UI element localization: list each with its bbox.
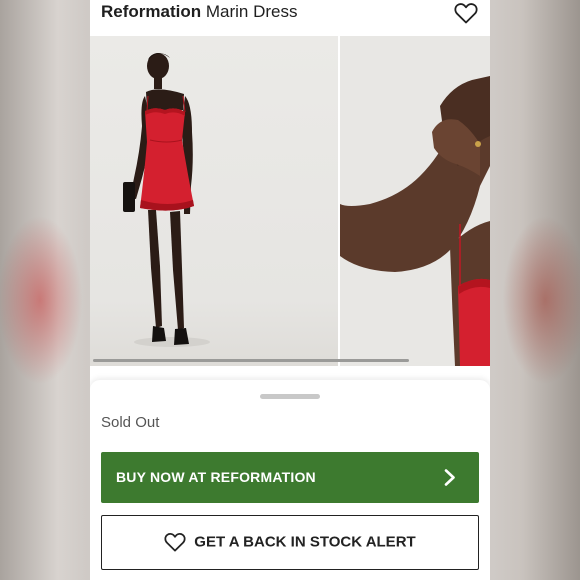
product-photo-closeup <box>340 36 490 366</box>
product-title: Reformation Marin Dress <box>101 2 297 22</box>
purchase-sheet: Sold Out BUY NOW AT REFORMATION GET A BA… <box>90 380 490 580</box>
product-brand: Reformation <box>101 2 202 21</box>
product-name: Marin Dress <box>205 2 298 21</box>
product-photo-full-body <box>90 36 338 366</box>
buy-now-button[interactable]: BUY NOW AT REFORMATION <box>101 452 479 503</box>
buy-now-label: BUY NOW AT REFORMATION <box>116 469 316 485</box>
chevron-right-icon <box>443 469 457 486</box>
alert-button-content: GET A BACK IN STOCK ALERT <box>102 532 478 552</box>
product-image-carousel[interactable] <box>90 36 490 366</box>
heart-outline-icon <box>164 532 186 552</box>
product-screen: Reformation Marin Dress Sold Out BUY NOW… <box>90 0 490 580</box>
back-in-stock-alert-button[interactable]: GET A BACK IN STOCK ALERT <box>101 515 479 570</box>
favorite-heart-icon[interactable] <box>454 2 478 24</box>
availability-status: Sold Out <box>101 414 160 431</box>
back-in-stock-label: GET A BACK IN STOCK ALERT <box>194 533 416 551</box>
sheet-drag-handle[interactable] <box>260 394 320 399</box>
carousel-scroll-indicator <box>93 359 409 362</box>
product-header: Reformation Marin Dress <box>90 0 490 36</box>
